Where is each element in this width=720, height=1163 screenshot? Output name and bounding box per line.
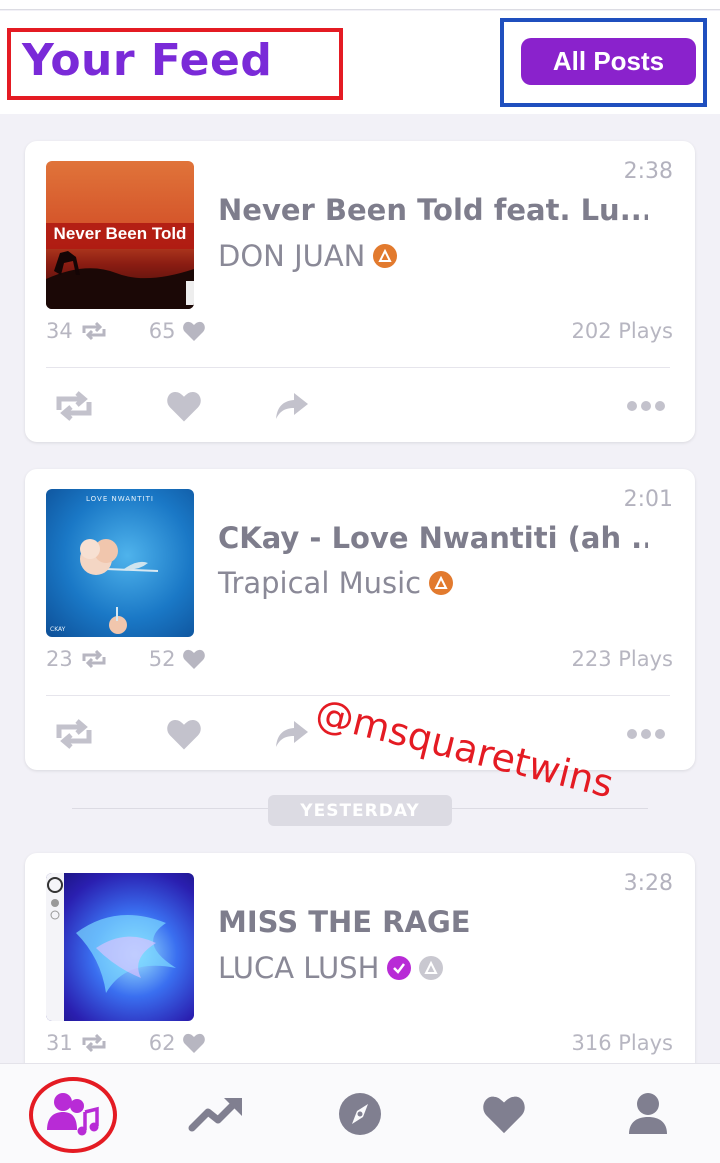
like-button[interactable] <box>159 709 209 759</box>
heart-small-icon <box>183 649 206 669</box>
card-actions <box>25 381 695 431</box>
more-icon <box>627 729 665 739</box>
repost-button[interactable] <box>49 381 99 431</box>
heart-small-icon <box>183 1033 206 1053</box>
repost-button[interactable] <box>49 709 99 759</box>
repost-count-value: 23 <box>46 647 73 671</box>
play-count: 316 Plays <box>571 1031 674 1055</box>
repost-count: 23 <box>46 647 109 671</box>
artist-row[interactable]: Trapical Music <box>218 566 454 600</box>
more-icon <box>627 401 665 411</box>
artist-name[interactable]: Trapical Music <box>218 566 421 600</box>
heart-small-icon <box>183 321 206 341</box>
explore-icon <box>339 1093 381 1135</box>
share-button[interactable] <box>267 709 317 759</box>
tier-badge-icon <box>373 244 398 268</box>
repost-small-icon <box>82 649 106 669</box>
date-separator-label: YESTERDAY <box>268 795 452 826</box>
tier-badge-icon <box>429 571 454 595</box>
all-posts-highlight-box <box>500 18 707 107</box>
repost-count-value: 31 <box>46 1031 73 1055</box>
track-duration: 2:38 <box>623 159 673 184</box>
track-duration: 3:28 <box>623 871 673 896</box>
card-divider <box>46 695 670 696</box>
album-art-title: LOVE NWANTITI <box>86 495 154 503</box>
album-art-text: Never Been Told <box>53 224 187 243</box>
repost-count: 34 <box>46 319 109 343</box>
tab-explore[interactable] <box>330 1086 390 1142</box>
album-art[interactable]: Never Been Told <box>46 161 194 309</box>
feed-header: Your Feed All Posts <box>0 11 720 114</box>
like-count: 65 <box>149 319 208 343</box>
repost-icon <box>56 719 92 749</box>
tab-feed-highlight-ring <box>29 1077 117 1153</box>
artist-row[interactable]: LUCA LUSH <box>218 951 444 985</box>
feed-card[interactable]: 3:28 MISS THE RAGE LUCA LUSH 31 62 316 P… <box>25 853 695 1093</box>
album-art-graphic <box>80 539 159 634</box>
track-stats: 23 52 <box>46 647 247 671</box>
tab-favorites[interactable] <box>474 1086 534 1142</box>
album-art-artist: CKAY <box>50 626 66 633</box>
share-icon <box>276 721 308 747</box>
feed-card[interactable]: Never Been Told 2:38 Never Been Told fea… <box>25 141 695 442</box>
repost-small-icon <box>82 321 106 341</box>
repost-icon <box>56 391 92 421</box>
like-count-value: 62 <box>148 1031 176 1055</box>
track-title[interactable]: Never Been Told feat. Lu... <box>218 193 648 227</box>
share-button[interactable] <box>267 381 317 431</box>
heart-icon <box>167 391 201 422</box>
play-count: 202 Plays <box>571 319 674 343</box>
verified-badge-icon <box>387 956 412 980</box>
heart-icon <box>167 719 201 750</box>
artist-name[interactable]: DON JUAN <box>218 239 365 273</box>
like-button[interactable] <box>159 381 209 431</box>
like-count: 52 <box>149 647 208 671</box>
repost-small-icon <box>82 1033 106 1053</box>
track-duration: 2:01 <box>623 487 673 512</box>
more-options-button[interactable] <box>621 709 671 759</box>
track-stats: 34 65 <box>46 319 247 343</box>
trending-icon <box>188 1098 242 1132</box>
play-count: 223 Plays <box>571 647 674 671</box>
track-title[interactable]: MISS THE RAGE <box>218 905 648 939</box>
album-art[interactable] <box>46 873 194 1021</box>
artist-name[interactable]: LUCA LUSH <box>218 951 379 985</box>
favorites-icon <box>483 1096 525 1134</box>
artist-row[interactable]: DON JUAN <box>218 239 398 273</box>
like-count-value: 65 <box>148 319 176 343</box>
tier-badge-icon <box>419 956 444 980</box>
more-options-button[interactable] <box>621 381 671 431</box>
album-art-graphic <box>46 873 176 1021</box>
share-icon <box>276 393 308 419</box>
like-count: 62 <box>149 1031 208 1055</box>
repost-count-value: 34 <box>46 319 73 343</box>
track-title[interactable]: CKay - Love Nwantiti (ah ... <box>218 521 648 555</box>
bottom-tab-bar <box>0 1063 720 1163</box>
title-highlight-box <box>7 28 343 100</box>
repost-count: 31 <box>46 1031 109 1055</box>
album-art[interactable]: LOVE NWANTITI CKAY <box>46 489 194 637</box>
track-stats: 31 62 <box>46 1031 247 1055</box>
profile-icon <box>629 1093 667 1134</box>
tab-trending[interactable] <box>186 1086 246 1142</box>
status-strip <box>0 0 720 10</box>
tab-profile[interactable] <box>618 1086 678 1142</box>
card-divider <box>46 367 670 368</box>
like-count-value: 52 <box>148 647 176 671</box>
